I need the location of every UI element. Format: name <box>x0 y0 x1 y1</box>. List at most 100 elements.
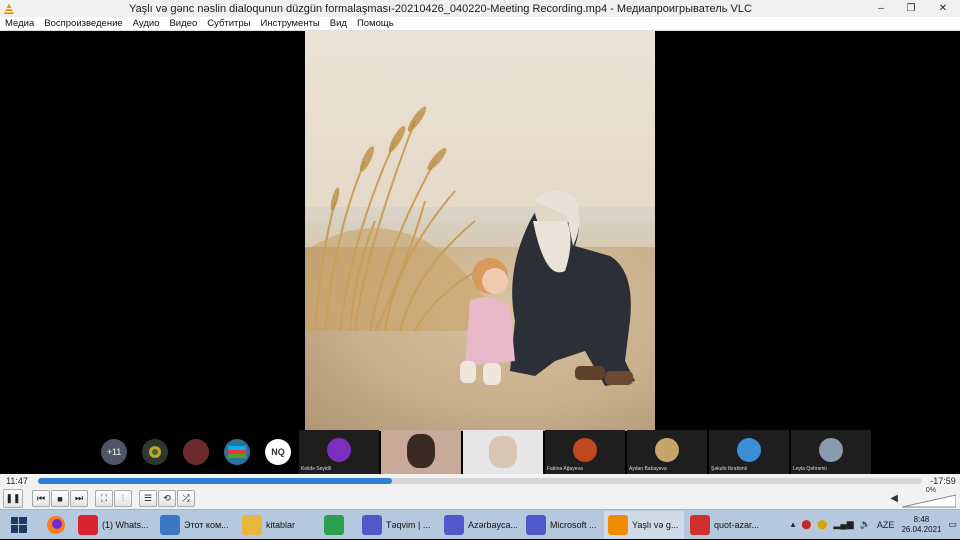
taskbar-item[interactable] <box>320 511 356 539</box>
menu-video[interactable]: Видео <box>164 18 202 29</box>
avatar <box>737 438 761 462</box>
participant-name: Leyla Qəhrəmlı <box>793 466 827 472</box>
participant-tile[interactable]: Leyla Qəhrəmlı <box>791 430 871 474</box>
video-area[interactable]: +11 NQ Kelidə Seyidli Fatimə Ağayeva Ayd… <box>0 31 960 474</box>
maximize-button[interactable]: ❐ <box>896 0 926 17</box>
start-button[interactable] <box>0 510 38 540</box>
teams-icon <box>444 514 464 535</box>
volume-triangle-icon <box>901 494 957 508</box>
taskbar-item[interactable]: (1) Whats... <box>74 511 154 539</box>
participant-video <box>489 436 517 468</box>
tray-app-icon[interactable]: ⬤ <box>817 519 827 530</box>
menu-audio[interactable]: Аудио <box>128 18 165 29</box>
participant-tile[interactable]: Fatimə Ağayeva <box>545 430 625 474</box>
playlist-button[interactable]: ☰ <box>139 490 157 507</box>
participant-avatar[interactable] <box>142 439 168 465</box>
language-indicator[interactable]: AZE <box>877 520 895 530</box>
clock-date: 26.04.2021 <box>901 524 942 534</box>
shuffle-button[interactable]: ⤮ <box>177 490 195 507</box>
tray-app-icon[interactable]: ⬤ <box>801 519 811 530</box>
title-bar: Yaşlı və gənc nəslin dialoqunun düzgün f… <box>0 0 960 17</box>
opera-icon <box>78 514 98 535</box>
menu-tools[interactable]: Инструменты <box>256 18 325 29</box>
clock[interactable]: 8:48 26.04.2021 <box>901 515 941 535</box>
taskbar-item-label: quot-azar... <box>714 519 760 530</box>
loop-button[interactable]: ⟲ <box>158 490 176 507</box>
more-participants-badge[interactable]: +11 <box>101 439 127 465</box>
stop-button[interactable]: ■ <box>51 490 69 507</box>
remaining-time: -17:59 <box>930 476 956 486</box>
taskbar-item[interactable]: kitablar <box>238 511 318 539</box>
previous-button[interactable]: ⏮ <box>32 490 50 507</box>
taskbar-item[interactable]: Этот ком... <box>156 511 236 539</box>
fullscreen-button[interactable]: ⛶ <box>95 490 113 507</box>
participant-avatar[interactable] <box>183 439 209 465</box>
network-icon[interactable]: ▂▄▆ <box>833 519 853 530</box>
menu-playback[interactable]: Воспроизведение <box>39 18 127 29</box>
participant-name: Aydan Babayeva <box>629 466 667 472</box>
flag-icon <box>228 446 246 458</box>
teams-icon <box>362 514 382 535</box>
taskbar-item-label: (1) Whats... <box>102 519 149 530</box>
taskbar-item[interactable]: Yaşlı və g... <box>604 510 684 539</box>
firefox-taskbar-icon[interactable] <box>38 511 74 539</box>
participant-name: Şəkufə Ibrahimli <box>711 466 747 472</box>
taskbar-item-label: Этот ком... <box>184 519 229 530</box>
computer-icon <box>160 514 180 535</box>
menu-view[interactable]: Вид <box>325 18 352 29</box>
firefox-icon <box>47 515 65 534</box>
taskbar-item-label: Yaşlı və g... <box>632 519 679 530</box>
avatar <box>327 438 351 462</box>
emblem-icon <box>149 446 161 458</box>
notification-icon[interactable]: ▭ <box>948 519 957 530</box>
participant-tile[interactable]: Kelidə Seyidli <box>299 430 379 474</box>
shared-screen-image <box>305 31 655 431</box>
taskbar-item[interactable]: Microsoft ... <box>522 511 602 539</box>
window-title: Yaşlı və gənc nəslin dialoqunun düzgün f… <box>129 2 752 15</box>
menu-subtitles[interactable]: Субтитры <box>202 18 255 29</box>
elapsed-time: 11:47 <box>6 476 28 486</box>
participant-tile[interactable]: Şəkufə Ibrahimli <box>709 430 789 474</box>
folder-icon <box>242 514 262 535</box>
windows-icon <box>11 516 27 533</box>
pause-button[interactable]: ❚❚ <box>3 489 23 508</box>
taskbar-item-label: Təqvim | ... <box>386 519 431 530</box>
participant-video-tile[interactable] <box>381 430 461 474</box>
chrome-icon <box>324 514 344 535</box>
taskbar: (1) Whats... Этот ком... kitablar Təqvim | … <box>0 509 960 539</box>
vlc-icon <box>608 514 628 535</box>
extended-settings-button[interactable]: ⫶ <box>114 490 132 507</box>
speaker-icon[interactable]: ◀ <box>890 493 898 504</box>
next-button[interactable]: ⏭ <box>70 490 88 507</box>
menu-media[interactable]: Медиа <box>0 18 39 29</box>
seek-bar[interactable] <box>38 478 922 484</box>
participant-video-tile[interactable] <box>463 430 543 474</box>
tray-expand-icon[interactable]: ▴ <box>791 519 796 530</box>
seek-row: 11:47 -17:59 <box>0 474 960 488</box>
taskbar-item-label: kitablar <box>266 519 296 530</box>
vlc-icon <box>4 3 14 14</box>
avatar <box>573 438 597 462</box>
pdf-icon <box>690 514 710 535</box>
participant-avatar[interactable] <box>224 439 250 465</box>
menu-bar: Медиа Воспроизведение Аудио Видео Субтит… <box>0 17 960 31</box>
controls-bar: ❚❚ ⏮ ■ ⏭ ⛶ ⫶ ☰ ⟲ ⤮ ◀ 0% <box>0 487 960 509</box>
avatar <box>655 438 679 462</box>
volume-percent: 0% <box>925 487 936 494</box>
volume-icon[interactable]: 🔈 <box>860 519 871 530</box>
volume-control[interactable]: ◀ 0% <box>890 487 957 508</box>
taskbar-item[interactable]: Azərbayca... <box>440 511 520 539</box>
participant-tile[interactable]: Aydan Babayeva <box>627 430 707 474</box>
volume-slider[interactable]: 0% <box>901 487 957 508</box>
avatar <box>819 438 843 462</box>
teams-icon <box>526 514 546 535</box>
menu-help[interactable]: Помощь <box>352 18 399 29</box>
close-button[interactable]: ✕ <box>926 0 960 17</box>
taskbar-item[interactable]: quot-azar... <box>686 511 766 539</box>
minimize-button[interactable]: – <box>866 0 896 17</box>
participant-initials[interactable]: NQ <box>265 439 291 465</box>
participant-video <box>407 434 435 468</box>
taskbar-item[interactable]: Təqvim | ... <box>358 511 438 539</box>
taskbar-item-label: Azərbayca... <box>468 519 519 530</box>
participant-name: Fatimə Ağayeva <box>547 466 583 472</box>
